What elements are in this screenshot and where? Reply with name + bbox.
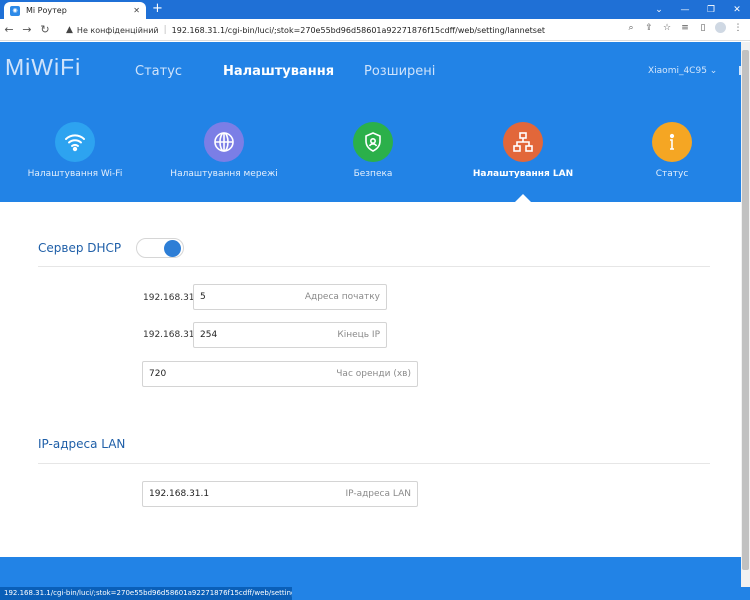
lan-ip-placeholder: IP-адреса LAN bbox=[345, 489, 411, 499]
device-name: Xiaomi_4C95 bbox=[648, 66, 707, 76]
lan-ip-value: 192.168.31.1 bbox=[149, 489, 210, 499]
new-tab-button[interactable]: + bbox=[152, 1, 163, 17]
router-favicon-icon: ◉ bbox=[10, 5, 20, 16]
category-network[interactable]: Налаштування мережі bbox=[154, 122, 294, 179]
category-security[interactable]: Безпека bbox=[303, 122, 443, 179]
start-ip-value: 5 bbox=[200, 292, 206, 302]
close-window-button[interactable]: ✕ bbox=[724, 5, 750, 15]
device-dropdown[interactable]: Xiaomi_4C95 ⌄ bbox=[648, 66, 717, 76]
back-button[interactable]: ← bbox=[0, 23, 18, 36]
dhcp-toggle[interactable] bbox=[136, 238, 184, 258]
globe-icon bbox=[204, 122, 244, 162]
page-scrollbar[interactable] bbox=[741, 42, 750, 587]
end-ip-placeholder: Кінець IP bbox=[337, 330, 380, 340]
menu-icon[interactable]: ⋮ bbox=[732, 23, 744, 33]
share-icon[interactable]: ⇪ bbox=[643, 23, 655, 33]
category-status[interactable]: Статус bbox=[602, 122, 742, 179]
lease-time-input[interactable]: 720 Час оренди (хв) bbox=[142, 361, 418, 387]
category-lan[interactable]: Налаштування LAN bbox=[453, 122, 593, 179]
nav-status[interactable]: Статус bbox=[135, 64, 182, 79]
start-ip-input[interactable]: 5 Адреса початку bbox=[193, 284, 387, 310]
miwifi-logo: MiWiFi bbox=[5, 54, 82, 80]
lease-time-value: 720 bbox=[149, 369, 167, 379]
link-status-bar: 192.168.31.1/cgi-bin/luci/;stok=270e55bd… bbox=[0, 587, 292, 600]
side-panel-icon[interactable]: ▯ bbox=[697, 23, 709, 33]
info-icon bbox=[652, 122, 692, 162]
address-url[interactable]: 192.168.31.1/cgi-bin/luci/;stok=270e55bd… bbox=[172, 26, 545, 35]
address-bar[interactable]: ▲ Не конфіденційний | 192.168.31.1/cgi-b… bbox=[66, 22, 601, 38]
warning-icon[interactable]: ▲ bbox=[66, 25, 73, 35]
category-network-label: Налаштування мережі bbox=[170, 169, 278, 179]
dhcp-section-title: Сервер DHCP bbox=[38, 241, 122, 255]
active-category-pointer bbox=[515, 194, 531, 202]
browser-tab-strip: ◉ Mi Роутер ✕ + ⌄ — ❐ ✕ bbox=[0, 0, 750, 19]
address-separator: | bbox=[163, 25, 167, 35]
category-lan-label: Налаштування LAN bbox=[472, 169, 574, 179]
profile-avatar[interactable] bbox=[715, 22, 726, 33]
window-controls: ⌄ — ❐ ✕ bbox=[646, 0, 750, 19]
nav-settings[interactable]: Налаштування bbox=[223, 64, 334, 79]
maximize-button[interactable]: ❐ bbox=[698, 5, 724, 15]
category-status-label: Статус bbox=[655, 169, 689, 179]
end-ip-value: 254 bbox=[200, 330, 218, 340]
chevron-down-icon: ⌄ bbox=[709, 66, 718, 76]
end-ip-input[interactable]: 254 Кінець IP bbox=[193, 322, 387, 348]
lan-divider bbox=[38, 463, 710, 464]
forward-button[interactable]: → bbox=[18, 23, 36, 36]
browser-tab[interactable]: ◉ Mi Роутер ✕ bbox=[4, 2, 146, 19]
scrollbar-thumb[interactable] bbox=[742, 50, 749, 570]
lan-section-title: IP-адреса LAN bbox=[38, 437, 126, 451]
reading-list-icon[interactable]: ≡ bbox=[679, 23, 691, 33]
tab-search-icon[interactable]: ⌄ bbox=[646, 5, 672, 15]
wifi-icon bbox=[55, 122, 95, 162]
browser-toolbar: ← → ↻ ▲ Не конфіденційний | 192.168.31.1… bbox=[0, 19, 750, 41]
browser-tab-title: Mi Роутер bbox=[26, 6, 67, 15]
start-ip-prefix: 192.168.31. bbox=[143, 293, 198, 303]
category-wifi[interactable]: Налаштування Wi-Fi bbox=[5, 122, 145, 179]
lease-time-placeholder: Час оренди (хв) bbox=[336, 369, 411, 379]
lan-ip-input[interactable]: 192.168.31.1 IP-адреса LAN bbox=[142, 481, 418, 507]
network-icon bbox=[503, 122, 543, 162]
start-ip-placeholder: Адреса початку bbox=[304, 292, 380, 302]
zoom-icon[interactable]: ⌕ bbox=[625, 23, 637, 33]
dhcp-divider bbox=[38, 266, 710, 267]
dhcp-toggle-knob bbox=[164, 240, 181, 257]
router-page: MiWiFi Статус Налаштування Розширені Xia… bbox=[0, 42, 750, 600]
minimize-button[interactable]: — bbox=[672, 5, 698, 15]
settings-panel: Сервер DHCP 192.168.31. 5 Адреса початку… bbox=[0, 202, 750, 557]
category-security-label: Безпека bbox=[353, 169, 393, 179]
shield-icon bbox=[353, 122, 393, 162]
router-header: MiWiFi Статус Налаштування Розширені Xia… bbox=[0, 42, 750, 102]
security-label[interactable]: Не конфіденційний bbox=[77, 26, 159, 35]
nav-advanced[interactable]: Розширені bbox=[364, 64, 435, 79]
close-tab-icon[interactable]: ✕ bbox=[133, 6, 140, 15]
reload-button[interactable]: ↻ bbox=[36, 23, 54, 36]
category-wifi-label: Налаштування Wi-Fi bbox=[27, 169, 123, 179]
toolbar-icons: ⌕ ⇪ ☆ ≡ ▯ ⋮ bbox=[625, 22, 744, 33]
end-ip-prefix: 192.168.31. bbox=[143, 330, 198, 340]
bookmark-star-icon[interactable]: ☆ bbox=[661, 23, 673, 33]
